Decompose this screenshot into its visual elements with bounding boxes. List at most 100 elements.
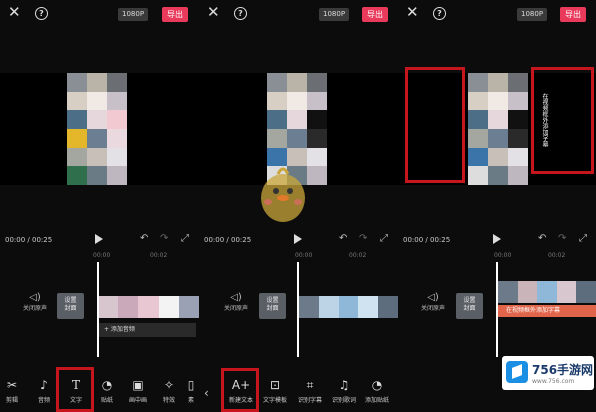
playhead[interactable]	[97, 262, 99, 357]
set-cover-button[interactable]: 设置 封面	[259, 293, 286, 319]
export-button[interactable]: 导出	[560, 7, 586, 22]
add-audio-button[interactable]: + 添加音频	[98, 323, 196, 337]
total-time: 00:25	[231, 236, 252, 244]
top-bar: ✕ ? 1080P 导出	[199, 0, 398, 28]
highlight-left-empty-area	[405, 67, 465, 183]
tool-label: 素	[187, 397, 194, 404]
resolution-button[interactable]: 1080P	[319, 8, 350, 21]
recognize-subtitles-icon: ⌗	[306, 378, 314, 392]
text-template-icon: ⊡	[269, 378, 281, 392]
current-time: 00:00	[204, 236, 225, 244]
highlight-new-text-tool	[221, 368, 259, 412]
tool-sticker[interactable]: ◔ 贴纸	[95, 378, 119, 404]
undo-icon[interactable]: ↶	[140, 233, 148, 244]
play-icon[interactable]	[294, 234, 302, 244]
video-clip-track[interactable]	[299, 296, 398, 318]
mute-original-button[interactable]: ◁) 关闭原声	[221, 292, 251, 312]
total-time: 00:25	[32, 236, 53, 244]
scissors-icon: ✂	[6, 378, 18, 392]
video-preview[interactable]	[0, 73, 199, 185]
time-readout: 00:00 / 00:25	[5, 236, 53, 244]
tool-label: 画中画	[128, 397, 147, 404]
speaker-icon: ◁)	[29, 292, 41, 303]
redo-icon[interactable]: ↷	[359, 233, 367, 244]
resolution-button[interactable]: 1080P	[517, 8, 548, 21]
play-icon[interactable]	[493, 234, 501, 244]
back-chevron-icon[interactable]: ‹	[204, 386, 209, 400]
tool-effects[interactable]: ✧ 特效	[157, 378, 181, 404]
total-time: 00:25	[430, 236, 451, 244]
playhead[interactable]	[297, 262, 299, 357]
ruler-tick: 00:02	[349, 252, 367, 259]
resolution-button[interactable]: 1080P	[118, 8, 149, 21]
undo-icon[interactable]: ↶	[339, 233, 347, 244]
undo-icon[interactable]: ↶	[538, 233, 546, 244]
redo-icon[interactable]: ↷	[160, 233, 168, 244]
close-icon[interactable]: ✕	[8, 5, 21, 20]
mascot-watermark-icon	[261, 167, 305, 222]
help-icon[interactable]: ?	[35, 7, 48, 20]
tool-edit[interactable]: ✂ 剪辑	[0, 378, 24, 404]
tool-text-template[interactable]: ⊡ 文字模板	[263, 378, 287, 404]
tool-more[interactable]: ▯ 素	[184, 378, 198, 404]
tool-add-sticker[interactable]: ◔ 添加贴纸	[365, 378, 389, 404]
picture-in-picture-icon: ▣	[132, 378, 144, 392]
speaker-icon: ◁)	[230, 292, 242, 303]
top-bar: ✕ ? 1080P 导出	[398, 0, 596, 28]
tool-label: 识别歌词	[332, 397, 357, 404]
tool-recognize-lyrics[interactable]: ♫ 识别歌词	[332, 378, 356, 404]
ruler-tick: 00:00	[494, 252, 512, 259]
tool-label: 剪辑	[5, 397, 18, 404]
mute-original-button[interactable]: ◁) 关闭原声	[20, 292, 50, 312]
video-clip-track[interactable]	[498, 281, 596, 303]
mute-original-button[interactable]: ◁) 关闭原声	[418, 292, 448, 312]
logo-cube-icon	[506, 361, 528, 383]
fullscreen-icon[interactable]: ⤢	[380, 233, 388, 244]
tool-recognize-subtitles[interactable]: ⌗ 识别字幕	[298, 378, 322, 404]
current-time: 00:00	[403, 236, 424, 244]
redo-icon[interactable]: ↷	[558, 233, 566, 244]
top-bar: ✕ ? 1080P 导出	[0, 0, 199, 28]
ruler-tick: 00:00	[295, 252, 313, 259]
tool-label: 添加贴纸	[365, 397, 390, 404]
mute-label: 关闭原声	[223, 305, 248, 312]
close-icon[interactable]: ✕	[406, 5, 419, 20]
export-button[interactable]: 导出	[362, 7, 388, 22]
tool-label: 识别字幕	[298, 397, 323, 404]
help-icon[interactable]: ?	[234, 7, 247, 20]
video-frame	[468, 73, 528, 185]
music-note-icon: ♪	[40, 378, 48, 392]
highlight-text-tool	[56, 367, 94, 412]
set-cover-button[interactable]: 设置 封面	[456, 293, 483, 319]
tool-label: 文字模板	[263, 397, 288, 404]
ruler-tick: 00:02	[150, 252, 168, 259]
fullscreen-icon[interactable]: ⤢	[579, 233, 587, 244]
site-logo-watermark: 756手游网 www.756.com	[502, 356, 594, 390]
tool-label: 贴纸	[100, 397, 113, 404]
close-icon[interactable]: ✕	[207, 5, 220, 20]
editor-panel-caption-result: ✕ ? 1080P 导出 在视频框外添加字幕 00:00 / 00:25 ↶ ↷…	[398, 0, 596, 412]
fullscreen-icon[interactable]: ⤢	[181, 233, 189, 244]
tool-picture-in-picture[interactable]: ▣ 画中画	[126, 378, 150, 404]
add-sticker-icon: ◔	[371, 378, 383, 392]
tool-audio[interactable]: ♪ 音频	[32, 378, 56, 404]
video-clip-track[interactable]	[98, 296, 199, 318]
tool-label: 特效	[162, 397, 175, 404]
help-icon[interactable]: ?	[433, 7, 446, 20]
speaker-icon: ◁)	[427, 292, 439, 303]
ruler-tick: 00:00	[93, 252, 111, 259]
playhead[interactable]	[496, 262, 498, 357]
mute-label: 关闭原声	[420, 305, 445, 312]
set-cover-button[interactable]: 设置 封面	[57, 293, 84, 319]
caption-track-clip[interactable]: 在视频框外添加字幕	[498, 305, 596, 317]
highlight-caption-area	[531, 67, 594, 174]
play-icon[interactable]	[95, 234, 103, 244]
more-icon: ▯	[187, 378, 195, 392]
logo-name: 756手游网	[532, 363, 594, 377]
recognize-lyrics-icon: ♫	[338, 378, 350, 392]
sticker-icon: ◔	[101, 378, 113, 392]
editor-panel-text-tab: ✕ ? 1080P 导出 00:00 / 00:25 ↶ ↷ ⤢ 00:00 0…	[0, 0, 199, 412]
video-frame	[67, 73, 127, 185]
time-readout: 00:00 / 00:25	[403, 236, 451, 244]
export-button[interactable]: 导出	[162, 7, 188, 22]
